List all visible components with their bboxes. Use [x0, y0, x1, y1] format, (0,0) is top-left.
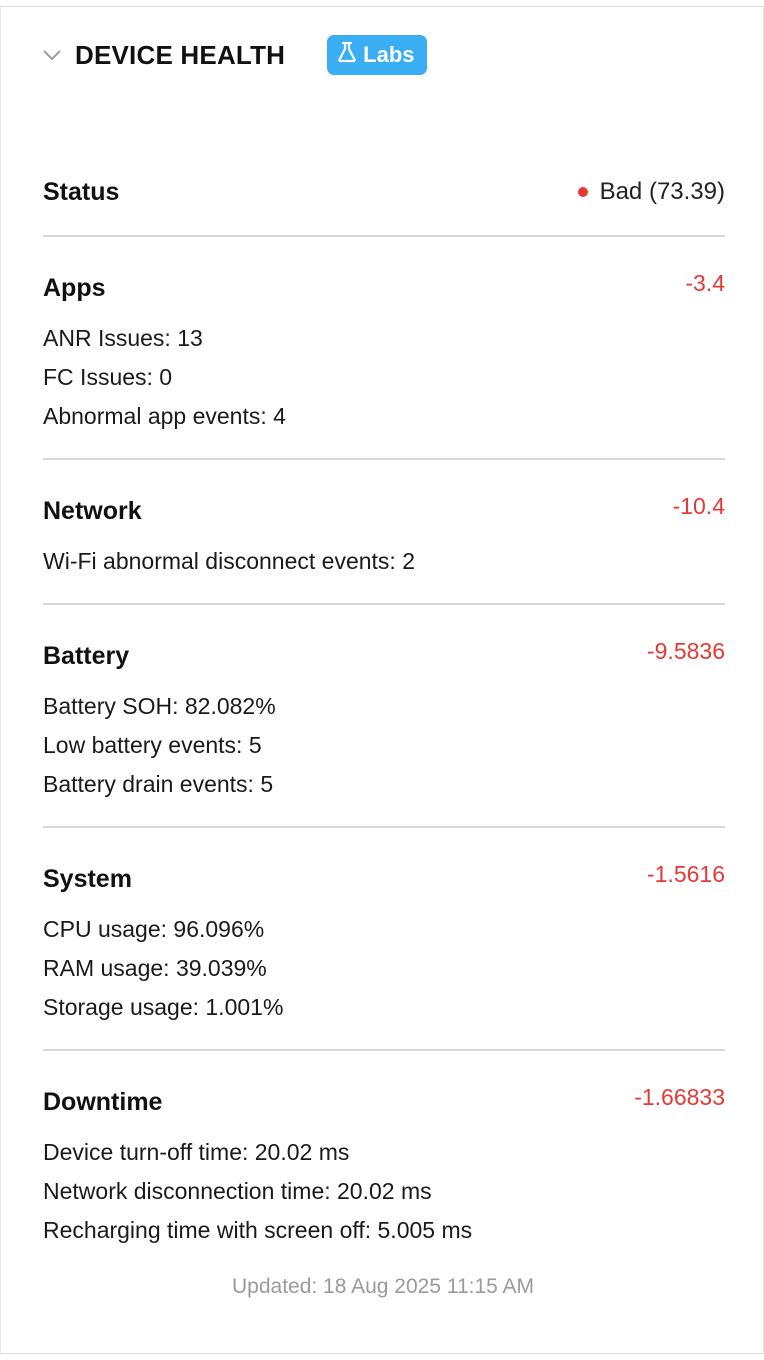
- device-health-panel: DEVICE HEALTH Labs Status Bad (73.39) Ap…: [0, 6, 764, 1354]
- section-score: -9.5836: [646, 638, 725, 664]
- status-label: Status: [43, 178, 120, 206]
- detail-line: Storage usage: 1.001%: [43, 994, 284, 1020]
- section-apps: Apps -3.4 ANR Issues: 13 FC Issues: 0 Ab…: [43, 237, 725, 460]
- detail-line: Battery SOH: 82.082%: [43, 693, 276, 719]
- detail-line: CPU usage: 96.096%: [43, 916, 265, 942]
- section-system: System -1.5616 CPU usage: 96.096% RAM us…: [43, 828, 725, 1051]
- detail-line: Abnormal app events: 4: [43, 403, 286, 429]
- panel-title: DEVICE HEALTH: [75, 39, 286, 70]
- health-content: Status Bad (73.39) Apps -3.4 ANR Issues:…: [43, 165, 725, 1272]
- section-battery: Battery -9.5836 Battery SOH: 82.082% Low…: [43, 605, 725, 828]
- section-score: -1.5616: [646, 861, 725, 887]
- updated-timestamp: Updated: 18 Aug 2025 11:15 AM: [231, 1275, 535, 1298]
- section-title: System: [43, 865, 132, 893]
- section-score: -1.66833: [634, 1084, 725, 1110]
- detail-line: RAM usage: 39.039%: [43, 955, 267, 981]
- panel-header[interactable]: DEVICE HEALTH Labs: [41, 35, 427, 75]
- chevron-down-icon[interactable]: [41, 44, 63, 66]
- status-value: Bad (73.39): [577, 164, 725, 220]
- detail-line: Network disconnection time: 20.02 ms: [43, 1178, 432, 1204]
- detail-line: ANR Issues: 13: [43, 325, 203, 351]
- section-title: Battery: [43, 642, 130, 670]
- status-row: Status Bad (73.39): [43, 165, 725, 237]
- flask-icon: [337, 41, 363, 69]
- section-title: Network: [43, 497, 142, 525]
- section-title: Apps: [43, 274, 106, 302]
- detail-line: FC Issues: 0: [43, 364, 173, 390]
- detail-line: Recharging time with screen off: 5.005 m…: [43, 1217, 473, 1243]
- labs-badge: Labs: [327, 35, 427, 75]
- section-downtime: Downtime -1.66833 Device turn-off time: …: [43, 1051, 725, 1272]
- section-title: Downtime: [43, 1088, 163, 1116]
- section-score: -10.4: [672, 493, 725, 519]
- detail-line: Device turn-off time: 20.02 ms: [43, 1139, 350, 1165]
- section-network: Network -10.4 Wi-Fi abnormal disconnect …: [43, 460, 725, 605]
- status-value-text: Bad (73.39): [599, 178, 725, 205]
- detail-line: Battery drain events: 5: [43, 771, 274, 797]
- detail-line: Wi-Fi abnormal disconnect events: 2: [43, 548, 415, 574]
- status-indicator-dot: [577, 187, 588, 197]
- section-score: -3.4: [685, 270, 725, 296]
- labs-badge-label: Labs: [363, 42, 415, 67]
- detail-line: Low battery events: 5: [43, 732, 262, 758]
